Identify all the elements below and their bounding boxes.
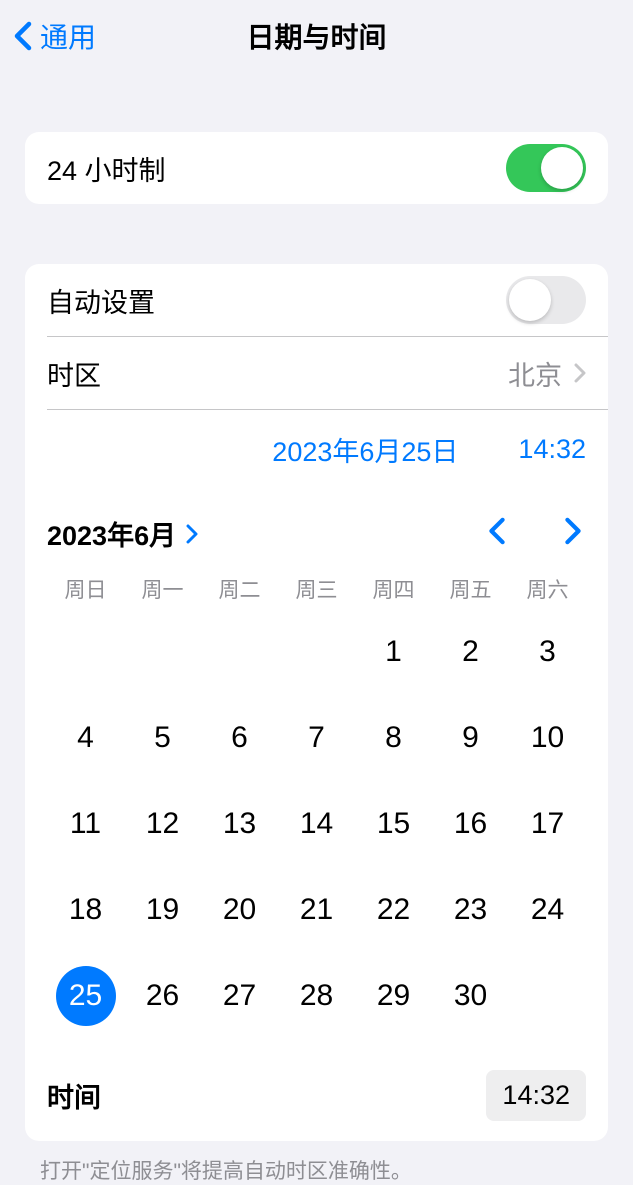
chevron-right-icon: [564, 517, 582, 545]
day-cell[interactable]: 27: [201, 966, 278, 1026]
twentyfour-hour-row: 24 小时制: [25, 132, 608, 204]
day-cell[interactable]: 22: [355, 880, 432, 940]
day-cell[interactable]: 14: [278, 794, 355, 854]
next-month-button[interactable]: [560, 513, 586, 554]
day-cell[interactable]: 28: [278, 966, 355, 1026]
day-cell[interactable]: 13: [201, 794, 278, 854]
back-label: 通用: [40, 16, 96, 56]
day-cell[interactable]: 29: [355, 966, 432, 1026]
day-cell[interactable]: 12: [124, 794, 201, 854]
page-title: 日期与时间: [246, 16, 386, 56]
auto-set-toggle[interactable]: [506, 276, 586, 324]
day-cell[interactable]: 18: [47, 880, 124, 940]
day-cell[interactable]: 3: [509, 622, 586, 682]
date-time-row: 2023年6月25日 14:32: [25, 410, 608, 489]
day-cell[interactable]: 25: [47, 966, 124, 1026]
weekday-label: 周一: [124, 574, 201, 604]
time-row: 时间 14:32: [25, 1048, 608, 1141]
time-label: 时间: [47, 1076, 101, 1115]
month-selector[interactable]: 2023年6月: [47, 514, 198, 553]
footnote: 打开"定位服务"将提高自动时区准确性。: [40, 1155, 593, 1185]
twentyfour-hour-toggle[interactable]: [506, 144, 586, 192]
day-cell[interactable]: 7: [278, 708, 355, 768]
auto-set-row: 自动设置: [25, 264, 608, 336]
month-label: 2023年6月: [47, 514, 176, 553]
calendar: 2023年6月 周日周一周二周三周四周五周六 12345678: [25, 489, 608, 1048]
auto-set-label: 自动设置: [47, 281, 155, 320]
day-cell[interactable]: 5: [124, 708, 201, 768]
date-picker[interactable]: 2023年6月25日: [272, 430, 458, 469]
day-cell[interactable]: 26: [124, 966, 201, 1026]
day-cell[interactable]: 20: [201, 880, 278, 940]
weekday-label: 周六: [509, 574, 586, 604]
day-cell[interactable]: 19: [124, 880, 201, 940]
time-value-button[interactable]: 14:32: [486, 1070, 586, 1121]
chevron-right-icon: [186, 524, 198, 544]
toggle-knob: [509, 279, 551, 321]
day-cell[interactable]: 30: [432, 966, 509, 1026]
day-cell[interactable]: 10: [509, 708, 586, 768]
day-cell[interactable]: 6: [201, 708, 278, 768]
day-cell[interactable]: 23: [432, 880, 509, 940]
chevron-left-icon: [14, 21, 32, 51]
day-cell[interactable]: 24: [509, 880, 586, 940]
toggle-knob: [541, 147, 583, 189]
day-cell[interactable]: 8: [355, 708, 432, 768]
day-cell[interactable]: 17: [509, 794, 586, 854]
day-cell[interactable]: 4: [47, 708, 124, 768]
day-empty: [124, 622, 201, 682]
timezone-row[interactable]: 时区 北京: [25, 337, 608, 409]
time-picker[interactable]: 14:32: [518, 434, 586, 465]
day-cell[interactable]: 9: [432, 708, 509, 768]
day-cell[interactable]: 15: [355, 794, 432, 854]
day-cell[interactable]: 16: [432, 794, 509, 854]
day-empty: [201, 622, 278, 682]
day-empty: [47, 622, 124, 682]
chevron-left-icon: [488, 517, 506, 545]
weekday-label: 周日: [47, 574, 124, 604]
prev-month-button[interactable]: [484, 513, 510, 554]
weekday-label: 周五: [432, 574, 509, 604]
day-cell[interactable]: 2: [432, 622, 509, 682]
day-cell[interactable]: 21: [278, 880, 355, 940]
timezone-value: 北京: [508, 354, 562, 393]
back-button[interactable]: 通用: [14, 16, 96, 56]
day-cell[interactable]: 11: [47, 794, 124, 854]
weekday-label: 周二: [201, 574, 278, 604]
timezone-label: 时区: [47, 354, 101, 393]
day-cell[interactable]: 1: [355, 622, 432, 682]
twentyfour-hour-label: 24 小时制: [47, 149, 166, 188]
weekday-label: 周四: [355, 574, 432, 604]
weekday-label: 周三: [278, 574, 355, 604]
day-empty: [278, 622, 355, 682]
chevron-right-icon: [574, 363, 586, 383]
